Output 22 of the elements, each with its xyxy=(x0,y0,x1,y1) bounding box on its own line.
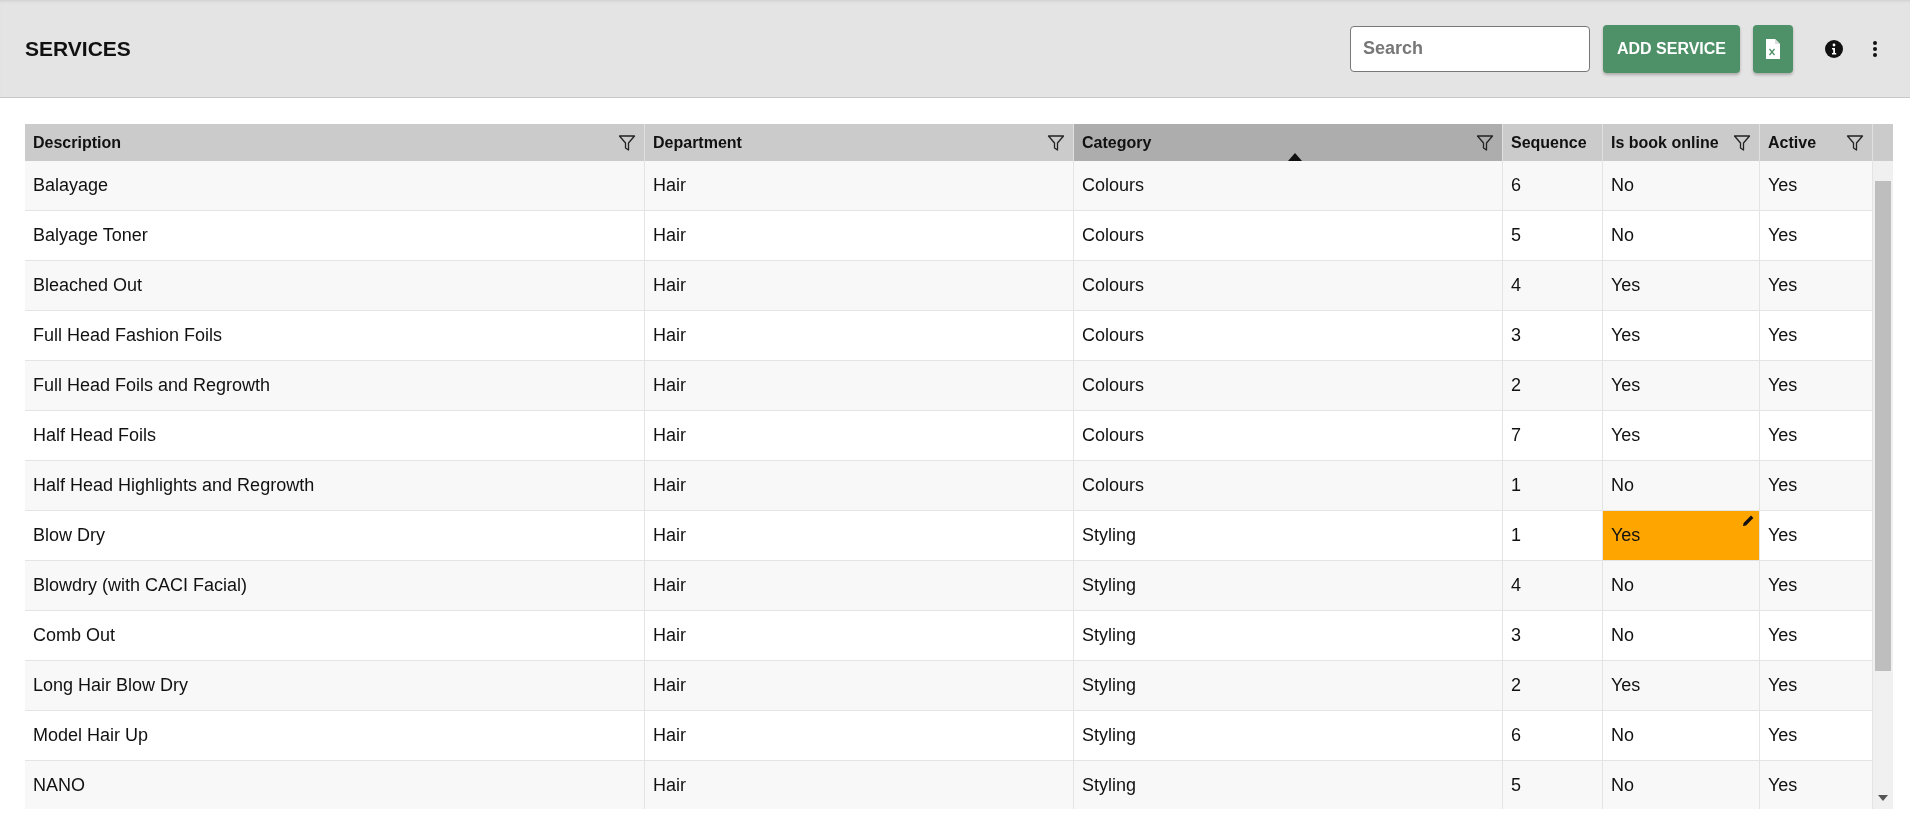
scroll-down-icon[interactable] xyxy=(1878,795,1888,801)
table-cell: Styling xyxy=(1074,761,1503,809)
search-field[interactable]: Search xyxy=(1349,25,1590,72)
table-cell: No xyxy=(1603,761,1760,809)
add-service-button[interactable]: ADD SERVICE xyxy=(1602,24,1740,73)
filter-icon[interactable] xyxy=(1047,133,1065,152)
page-title: SERVICES xyxy=(25,36,131,61)
filter-icon[interactable] xyxy=(1476,133,1494,152)
table-cell: NANO xyxy=(25,761,645,809)
more-menu-icon[interactable] xyxy=(1871,38,1879,59)
table-cell: 5 xyxy=(1503,761,1603,809)
filter-icon[interactable] xyxy=(1733,133,1751,152)
scrollbar[interactable] xyxy=(1873,161,1893,809)
column-header[interactable]: Category xyxy=(1074,124,1503,161)
spreadsheet-file-icon xyxy=(1765,37,1781,60)
info-icon[interactable] xyxy=(1824,38,1844,59)
excel-export-button[interactable] xyxy=(1753,24,1793,73)
pencil-icon[interactable] xyxy=(1742,514,1755,527)
filter-icon[interactable] xyxy=(1846,133,1864,152)
filter-icon[interactable] xyxy=(618,133,636,152)
table-cell: Hair xyxy=(645,761,1074,809)
table-cell: Yes xyxy=(1603,511,1760,561)
